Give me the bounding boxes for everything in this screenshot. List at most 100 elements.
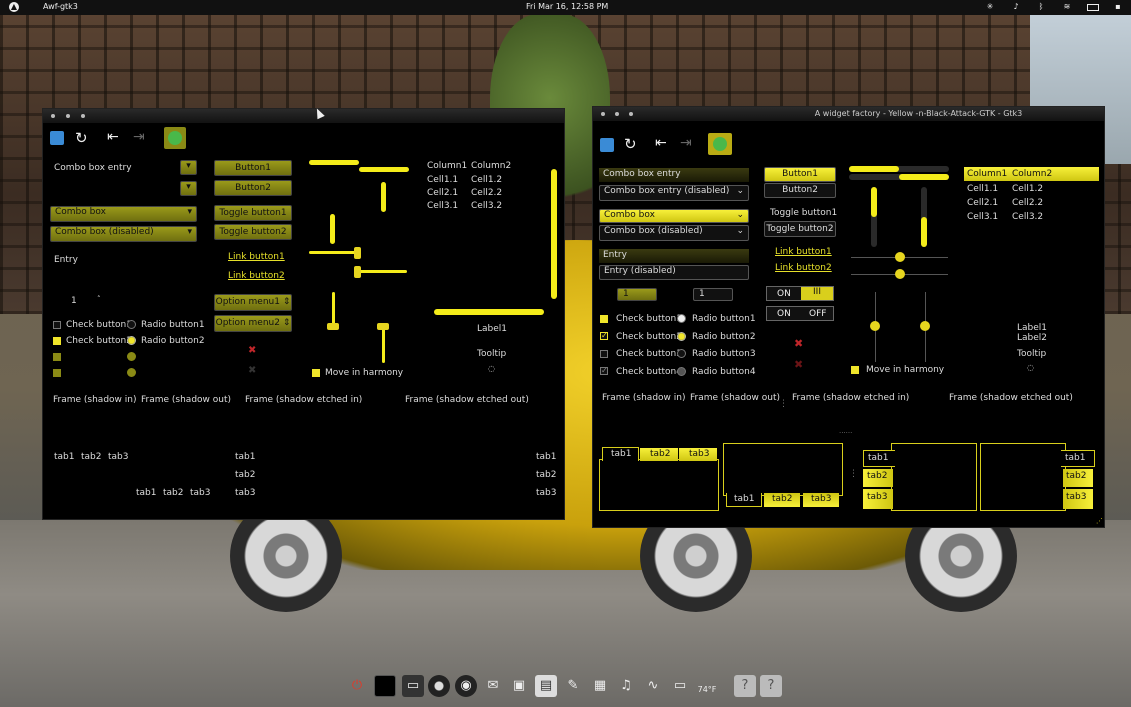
maximize-icon[interactable]: [81, 114, 85, 118]
vslider-1-handle[interactable]: [327, 323, 339, 330]
combo-entry[interactable]: Combo box entry: [54, 163, 132, 173]
hslider-2[interactable]: [359, 270, 407, 273]
table-cell[interactable]: Cell2.2: [1012, 198, 1043, 208]
chrome-icon[interactable]: [428, 675, 450, 697]
link-button2[interactable]: Link button2: [228, 271, 285, 281]
toggle-button1[interactable]: Toggle button1: [214, 205, 292, 221]
combo-arrow-icon[interactable]: ▾: [180, 181, 197, 196]
tab-1[interactable]: tab1: [235, 452, 255, 462]
button1[interactable]: Button1: [214, 160, 292, 176]
radio-button3[interactable]: [127, 352, 136, 361]
check-button1[interactable]: [600, 315, 608, 323]
radio-button2[interactable]: [677, 332, 686, 341]
toggle-button2[interactable]: Toggle button2: [764, 221, 836, 237]
close-icon[interactable]: [51, 114, 55, 118]
toggle-button1[interactable]: Toggle button1: [770, 208, 837, 218]
check-button4[interactable]: ✓: [600, 367, 608, 375]
tab-3[interactable]: tab3: [536, 488, 556, 498]
vscale-2[interactable]: [330, 214, 335, 244]
save-icon[interactable]: [600, 138, 614, 152]
pane-separator-icon[interactable]: ⋮: [849, 469, 858, 479]
vslider-1-handle[interactable]: [870, 321, 880, 331]
tab-1[interactable]: tab1: [726, 493, 762, 507]
spin-value[interactable]: 1: [71, 296, 77, 306]
titlebar[interactable]: A widget factory - Yellow -n-Black-Attac…: [593, 107, 1104, 121]
brightness-icon[interactable]: ✳: [985, 2, 995, 12]
app-menu-icon[interactable]: ▲: [9, 2, 19, 12]
hslider-1[interactable]: [309, 251, 359, 254]
tab-2[interactable]: tab2: [81, 452, 101, 462]
harmony-checkbox[interactable]: [312, 369, 320, 377]
switch-on[interactable]: ON III: [766, 286, 834, 301]
tab-1[interactable]: tab1: [54, 452, 74, 462]
combo-box-disabled[interactable]: Combo box (disabled) ▾: [50, 226, 197, 242]
network-button[interactable]: [708, 133, 732, 155]
horizontal-scrollbar[interactable]: [434, 309, 544, 315]
tab-2[interactable]: tab2: [536, 470, 556, 480]
terminal-icon[interactable]: ▭: [402, 675, 424, 697]
mail-icon[interactable]: ✉: [482, 675, 504, 697]
check-button2[interactable]: ✓: [600, 332, 608, 340]
notification-icon[interactable]: ▪: [1113, 2, 1123, 12]
tab-2[interactable]: tab2: [1063, 469, 1093, 487]
network-button[interactable]: [164, 127, 186, 149]
tab-1[interactable]: tab1: [602, 447, 639, 461]
hslider-1-handle[interactable]: [895, 252, 905, 262]
calculator-icon[interactable]: ▦: [589, 675, 611, 697]
link-button1[interactable]: Link button1: [775, 247, 832, 257]
radio-button2[interactable]: [127, 336, 136, 345]
titlebar[interactable]: [43, 109, 564, 123]
bluetooth-icon[interactable]: ᛒ: [1036, 2, 1046, 12]
display-icon[interactable]: ▣: [508, 675, 530, 697]
hscale-2[interactable]: [359, 167, 409, 172]
vslider-1[interactable]: [332, 292, 335, 324]
tab-2[interactable]: tab2: [235, 470, 255, 480]
table-cell[interactable]: Cell3.1: [427, 201, 458, 211]
go-first-icon[interactable]: ⇤: [655, 135, 667, 151]
option-menu1[interactable]: Option menu1 ⇕: [214, 294, 292, 311]
column-header-2[interactable]: Column2: [1012, 169, 1052, 179]
activity-icon[interactable]: ∿: [642, 675, 664, 697]
combo-box-disabled[interactable]: Combo box (disabled) ⌄: [599, 225, 749, 241]
vslider-2[interactable]: [382, 328, 385, 363]
table-cell[interactable]: Cell2.1: [967, 198, 998, 208]
help-icon[interactable]: ?: [734, 675, 756, 697]
tab-3[interactable]: tab3: [1063, 489, 1093, 509]
entry-field[interactable]: Entry: [54, 255, 78, 265]
button2[interactable]: Button2: [764, 183, 836, 198]
power-icon[interactable]: ⏻: [346, 675, 368, 697]
refresh-icon[interactable]: ↻: [75, 129, 88, 147]
hscale-1[interactable]: [309, 160, 359, 165]
vslider-2-handle[interactable]: [920, 321, 930, 331]
go-last-icon[interactable]: ⇥: [680, 135, 692, 151]
spin-button1[interactable]: 1: [617, 288, 657, 301]
combo-entry-arrow-icon[interactable]: ▾: [180, 160, 197, 175]
radio-button1[interactable]: [677, 314, 686, 323]
table-cell[interactable]: Cell1.2: [471, 175, 502, 185]
tab-1[interactable]: tab1: [136, 488, 156, 498]
tab-2[interactable]: tab2: [764, 493, 800, 507]
table-cell[interactable]: Cell3.1: [967, 212, 998, 222]
link-button1[interactable]: Link button1: [228, 252, 285, 262]
go-last-icon[interactable]: ⇥: [133, 129, 145, 145]
table-cell[interactable]: Cell1.2: [1012, 184, 1043, 194]
resize-grip-icon[interactable]: ⋰: [1096, 517, 1103, 525]
weather-widget[interactable]: 74°F: [696, 675, 718, 697]
combo-entry-disabled[interactable]: Combo box entry (disabled) ⌄: [599, 185, 749, 201]
save-icon[interactable]: [50, 131, 64, 145]
black-square-icon[interactable]: [374, 675, 396, 697]
check-button4[interactable]: [53, 369, 61, 377]
battery-icon[interactable]: [1087, 4, 1099, 11]
hscale-2[interactable]: [849, 174, 949, 180]
table-cell[interactable]: Cell1.1: [967, 184, 998, 194]
column-header-1[interactable]: Column1: [427, 161, 467, 171]
vertical-scrollbar[interactable]: [551, 169, 557, 299]
button1[interactable]: Button1: [764, 167, 836, 182]
minimize-icon[interactable]: [66, 114, 70, 118]
pane-separator-icon[interactable]: ⋮: [779, 399, 788, 409]
tab-1[interactable]: tab1: [536, 452, 556, 462]
hslider-2-handle[interactable]: [354, 266, 361, 278]
entry-field[interactable]: Entry: [599, 249, 749, 263]
spin-button2[interactable]: 1: [693, 288, 733, 301]
table-cell[interactable]: Cell1.1: [427, 175, 458, 185]
